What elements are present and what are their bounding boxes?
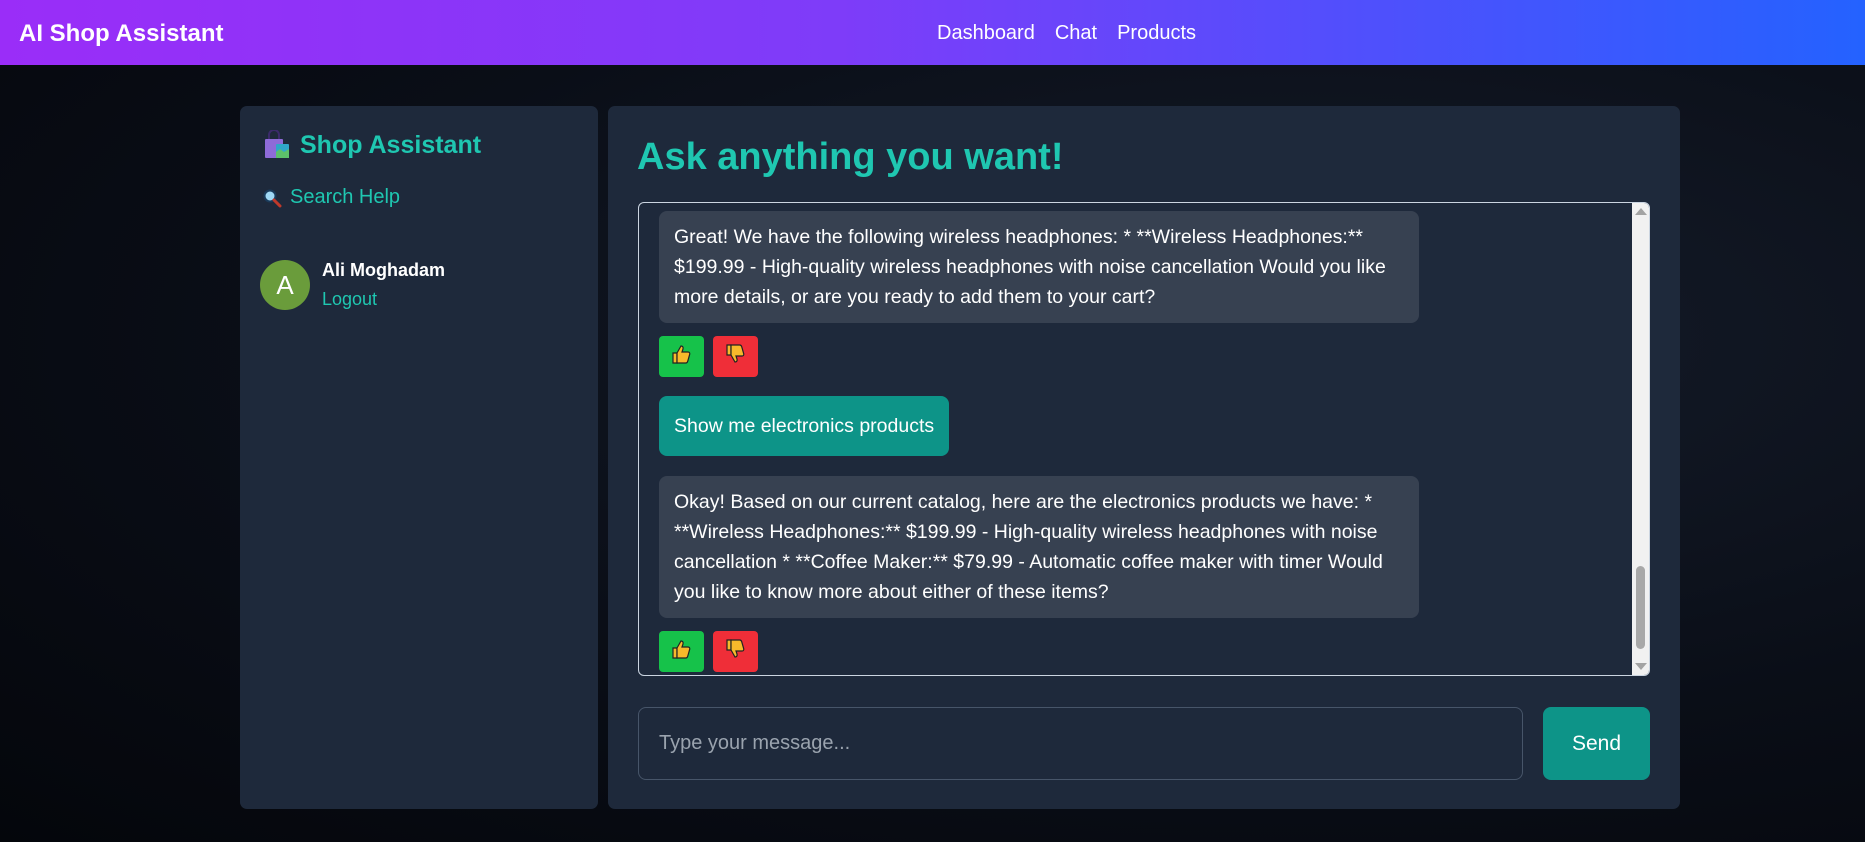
thumbs-down-button[interactable] [713, 631, 758, 672]
chat-panel: Ask anything you want! Great! We have th… [608, 106, 1680, 809]
thumbs-down-icon [725, 343, 747, 370]
page-title: Ask anything you want! [637, 136, 1064, 178]
thumbs-up-button[interactable] [659, 631, 704, 672]
user-name: Ali Moghadam [322, 260, 446, 280]
sidebar: Shop Assistant Search Help A Ali Moghada… [240, 106, 598, 809]
thumbs-up-button[interactable] [659, 336, 704, 377]
thumbs-up-icon [671, 343, 693, 370]
nav-chat[interactable]: Chat [1055, 22, 1097, 45]
assistant-message: Okay! Based on our current catalog, here… [659, 476, 1419, 618]
thumbs-up-icon [671, 638, 693, 665]
logout-link[interactable]: Logout [322, 289, 445, 310]
assistant-message: Great! We have the following wireless he… [659, 211, 1419, 323]
main-nav: Dashboard Chat Products [937, 22, 1196, 45]
nav-dashboard[interactable]: Dashboard [937, 22, 1035, 45]
user-details: Ali Moghadam Logout [322, 252, 445, 310]
chat-messages[interactable]: Great! We have the following wireless he… [638, 202, 1650, 676]
user-message: Show me electronics products [659, 396, 950, 456]
shopping-bag-icon [262, 129, 292, 160]
app-brand[interactable]: AI Shop Assistant [19, 20, 223, 48]
magnifying-glass-icon [262, 188, 282, 208]
message-feedback [659, 336, 758, 377]
top-navbar: AI Shop Assistant Dashboard Chat Product… [0, 0, 1865, 65]
thumbs-down-button[interactable] [713, 336, 758, 377]
message-input[interactable] [638, 707, 1523, 780]
chat-scrollbar[interactable] [1632, 203, 1649, 675]
user-profile: A Ali Moghadam Logout [260, 252, 445, 310]
sidebar-title-text: Shop Assistant [300, 130, 482, 159]
search-help-label: Search Help [290, 186, 401, 208]
scroll-down-arrow-icon[interactable] [1635, 663, 1647, 670]
send-button[interactable]: Send [1543, 707, 1650, 780]
sidebar-title: Shop Assistant [262, 129, 482, 160]
message-feedback [659, 631, 758, 672]
thumbs-down-icon [725, 638, 747, 665]
avatar: A [260, 260, 310, 310]
search-help-link[interactable]: Search Help [262, 186, 400, 209]
nav-products[interactable]: Products [1117, 22, 1196, 45]
scrollbar-thumb[interactable] [1636, 566, 1645, 649]
scroll-up-arrow-icon[interactable] [1635, 208, 1647, 215]
